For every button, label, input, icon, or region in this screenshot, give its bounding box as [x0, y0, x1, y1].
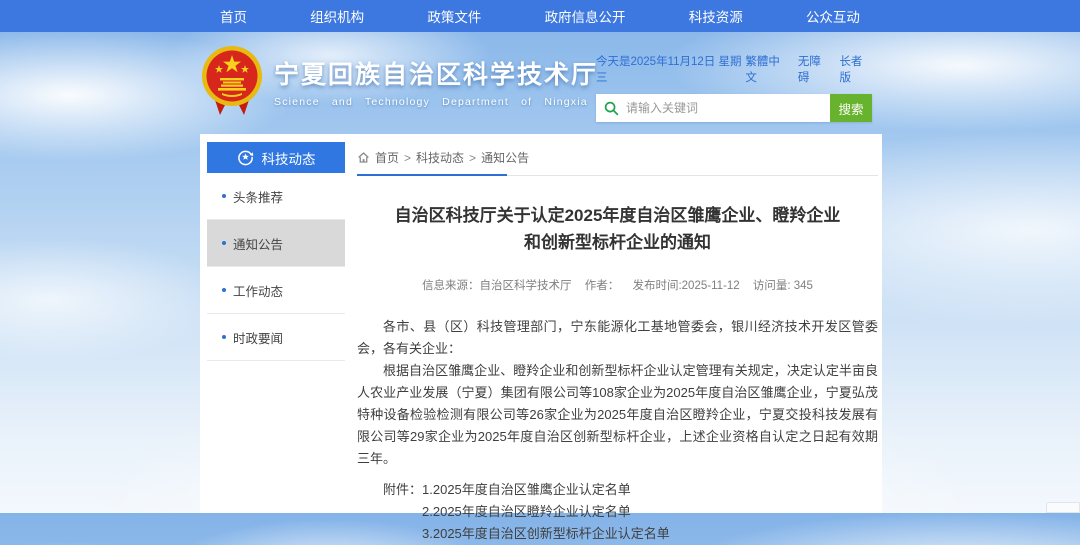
home-icon — [357, 151, 370, 164]
sidebar-item-label: 通知公告 — [233, 234, 283, 253]
search-icon — [604, 101, 619, 116]
attachment-link-2[interactable]: 2.2025年度自治区瞪羚企业认定名单 — [422, 501, 670, 523]
article-body: 各市、县（区）科技管理部门，宁东能源化工基地管委会，银川经济技术开发区管委会，各… — [357, 316, 878, 470]
sidebar-header: 科技动态 — [207, 142, 345, 173]
circular-star-icon — [237, 149, 254, 166]
nav-item-org[interactable]: 组织机构 — [310, 6, 364, 26]
bullet-dot-icon — [222, 288, 226, 292]
top-navigation-bar: 首页 组织机构 政策文件 政府信息公开 科技资源 公众互动 — [0, 0, 1080, 32]
sidebar-item-work-news[interactable]: 工作动态 — [207, 267, 345, 314]
attachment-link-3[interactable]: 3.2025年度自治区创新型标杆企业认定名单 — [422, 523, 670, 545]
header-utility-area: 今天是2025年11月12日 星期三 繁體中文 无障碍 长者版 搜索 — [596, 53, 872, 122]
article-content-area: 首页 > 科技动态 > 通知公告 自治区科技厅关于认定2025年度自治区雏鹰企业… — [345, 134, 882, 513]
sidebar-item-notices[interactable]: 通知公告 — [207, 220, 345, 267]
bullet-dot-icon — [222, 241, 226, 245]
sidebar-title: 科技动态 — [262, 148, 316, 168]
search-input[interactable] — [596, 94, 830, 122]
search-button[interactable]: 搜索 — [830, 94, 872, 122]
article-title-line1: 自治区科技厅关于认定2025年度自治区雏鹰企业、瞪羚企业 — [357, 202, 878, 229]
site-title-block: 宁夏回族自治区科学技术厅 Science and Technology Depa… — [274, 55, 598, 108]
sidebar-item-label: 时政要闻 — [233, 328, 283, 347]
bullet-dot-icon — [222, 335, 226, 339]
meta-publish-date: 发布时间:2025-11-12 — [632, 280, 739, 292]
article-title: 自治区科技厅关于认定2025年度自治区雏鹰企业、瞪羚企业 和创新型标杆企业的通知 — [357, 202, 878, 256]
breadcrumb-separator: > — [469, 151, 476, 165]
search-bar: 搜索 — [596, 94, 872, 122]
site-title: 宁夏回族自治区科学技术厅 — [274, 55, 598, 91]
attachments-block: 附件： 1.2025年度自治区雏鹰企业认定名单 2.2025年度自治区瞪羚企业认… — [383, 479, 878, 545]
emblem-icon — [200, 45, 264, 117]
site-subtitle-english: Science and Technology Department of Nin… — [274, 96, 598, 108]
top-nav-items: 首页 组织机构 政策文件 政府信息公开 科技资源 公众互动 — [220, 6, 860, 26]
sidebar: 科技动态 头条推荐 通知公告 工作动态 时政要闻 — [207, 142, 345, 513]
nav-item-gov-info[interactable]: 政府信息公开 — [545, 6, 626, 26]
attachments-label: 附件： — [383, 479, 422, 545]
nav-item-policy[interactable]: 政策文件 — [427, 6, 481, 26]
corner-widget[interactable] — [1046, 502, 1080, 513]
sidebar-item-politics-news[interactable]: 时政要闻 — [207, 314, 345, 361]
nav-item-interaction[interactable]: 公众互动 — [806, 6, 860, 26]
article-paragraph: 根据自治区雏鹰企业、瞪羚企业和创新型标杆企业认定管理有关规定，决定认定半亩良人农… — [357, 360, 878, 470]
site-header: 宁夏回族自治区科学技术厅 Science and Technology Depa… — [200, 45, 598, 117]
breadcrumb: 首页 > 科技动态 > 通知公告 — [357, 149, 878, 176]
meta-visits: 访问量: 345 — [753, 280, 813, 292]
current-date-text: 今天是2025年11月12日 星期三 — [596, 53, 745, 85]
meta-author: 作者： — [585, 280, 620, 292]
article-title-line2: 和创新型标杆企业的通知 — [357, 229, 878, 256]
utility-links: 繁體中文 无障碍 长者版 — [745, 53, 872, 85]
attachment-link-1[interactable]: 1.2025年度自治区雏鹰企业认定名单 — [422, 479, 670, 501]
breadcrumb-current[interactable]: 通知公告 — [481, 149, 529, 166]
link-traditional-chinese[interactable]: 繁體中文 — [745, 53, 788, 85]
attachments-list: 1.2025年度自治区雏鹰企业认定名单 2.2025年度自治区瞪羚企业认定名单 … — [422, 479, 670, 545]
main-content-wrapper: 科技动态 头条推荐 通知公告 工作动态 时政要闻 首页 > — [200, 134, 882, 513]
link-elderly-version[interactable]: 长者版 — [839, 53, 872, 85]
nav-item-home[interactable]: 首页 — [220, 6, 247, 26]
article-paragraph: 各市、县（区）科技管理部门，宁东能源化工基地管委会，银川经济技术开发区管委会，各… — [357, 316, 878, 360]
nav-item-resources[interactable]: 科技资源 — [689, 6, 743, 26]
article-meta: 信息来源：自治区科学技术厅 作者： 发布时间:2025-11-12 访问量: 3… — [357, 277, 878, 293]
breadcrumb-section[interactable]: 科技动态 — [416, 149, 464, 166]
meta-source: 信息来源：自治区科学技术厅 — [422, 280, 572, 292]
breadcrumb-active-underline — [357, 174, 507, 176]
national-emblem-logo[interactable] — [200, 45, 264, 117]
sidebar-item-label: 工作动态 — [233, 281, 283, 300]
breadcrumb-home[interactable]: 首页 — [375, 149, 399, 166]
bullet-dot-icon — [222, 194, 226, 198]
link-accessibility[interactable]: 无障碍 — [798, 53, 831, 85]
sidebar-item-label: 头条推荐 — [233, 187, 283, 206]
sidebar-item-headlines[interactable]: 头条推荐 — [207, 173, 345, 220]
breadcrumb-separator: > — [404, 151, 411, 165]
